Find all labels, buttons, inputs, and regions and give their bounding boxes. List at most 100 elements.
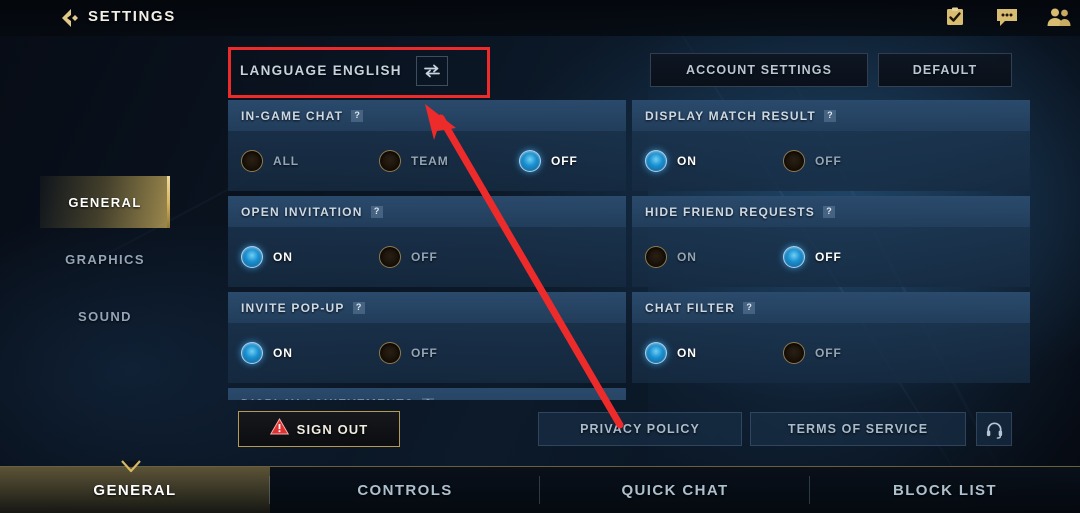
radio-label: OFF [815,250,842,264]
nav-item-quick-chat[interactable]: QUICK CHAT [540,467,810,513]
top-icon-group [942,4,1072,30]
sign-out-button[interactable]: SIGN OUT [238,411,400,447]
radio-indicator [783,342,805,364]
privacy-policy-button[interactable]: PRIVACY POLICY [538,412,742,446]
warning-triangle-icon [269,418,289,440]
help-icon[interactable]: ? [743,301,756,314]
radio-option-team[interactable]: TEAM [379,150,519,172]
setting-title: DISPLAY MATCH RESULT [645,108,816,123]
radio-label: ON [273,346,293,360]
radio-indicator-selected [241,246,263,268]
setting-title: OPEN INVITATION [241,204,363,219]
setting-card-body: ON OFF [632,131,1030,191]
radio-indicator [379,150,401,172]
sidebar-item-general[interactable]: GENERAL [40,176,170,228]
setting-title: DISPLAY ACHIEVEMENTS [241,397,414,401]
radio-option-on[interactable]: ON [241,342,379,364]
radio-option-off[interactable]: OFF [783,150,842,172]
radio-option-off[interactable]: OFF [783,342,842,364]
setting-card-in-game-chat: IN-GAME CHAT ? ALL TEAM OFF [228,100,626,191]
setting-card-header: OPEN INVITATION ? [228,196,626,227]
nav-item-general[interactable]: GENERAL [0,467,270,513]
sidebar-item-sound[interactable]: SOUND [40,290,170,342]
radio-indicator-selected [645,342,667,364]
chat-bubble-icon[interactable] [994,4,1020,30]
radio-label: ON [677,154,697,168]
radio-option-on[interactable]: ON [645,342,783,364]
radio-indicator-selected [645,150,667,172]
help-icon[interactable]: ? [370,205,383,218]
sidebar: GENERAL GRAPHICS SOUND [40,176,170,347]
setting-card-hide-friend-requests: HIDE FRIEND REQUESTS ? ON OFF [632,196,1030,287]
back-button[interactable] [56,6,82,30]
radio-option-off[interactable]: OFF [783,246,842,268]
setting-card-body: ON OFF [632,227,1030,287]
help-icon[interactable]: ? [352,301,365,314]
radio-label: OFF [815,154,842,168]
radio-option-on[interactable]: ON [645,246,783,268]
nav-item-label: GENERAL [93,481,177,499]
setting-card-display-match-result: DISPLAY MATCH RESULT ? ON OFF [632,100,1030,191]
radio-option-off[interactable]: OFF [379,246,438,268]
nav-item-label: BLOCK LIST [893,481,997,499]
friends-people-icon[interactable] [1046,4,1072,30]
account-settings-button[interactable]: ACCOUNT SETTINGS [650,53,868,87]
headset-support-icon[interactable] [976,412,1012,446]
setting-title: IN-GAME CHAT [241,108,344,123]
radio-label: ALL [273,154,300,168]
radio-indicator [645,246,667,268]
bottom-nav: GENERAL CONTROLS QUICK CHAT BLOCK LIST [0,460,1080,513]
tasks-checklist-icon[interactable] [942,4,968,30]
radio-option-off[interactable]: OFF [379,342,438,364]
sidebar-item-label: GENERAL [68,194,142,210]
radio-indicator-selected [783,246,805,268]
setting-card-header: IN-GAME CHAT ? [228,100,626,131]
setting-card-body: ON OFF [228,227,626,287]
language-selector[interactable]: LANGUAGE ENGLISH [232,51,480,89]
setting-card-body: ALL TEAM OFF [228,131,626,191]
nav-item-label: CONTROLS [357,481,453,499]
help-icon[interactable]: ? [351,109,364,122]
radio-option-all[interactable]: ALL [241,150,379,172]
setting-card-open-invitation: OPEN INVITATION ? ON OFF [228,196,626,287]
radio-indicator [379,246,401,268]
terms-of-service-button[interactable]: TERMS OF SERVICE [750,412,966,446]
radio-option-on[interactable]: ON [645,150,783,172]
settings-panels: IN-GAME CHAT ? ALL TEAM OFF OPEN INVITAT… [228,100,1034,400]
radio-label: ON [677,250,697,264]
radio-label: ON [677,346,697,360]
setting-title: HIDE FRIEND REQUESTS [645,204,816,219]
sidebar-item-label: SOUND [78,308,132,324]
swap-arrows-icon[interactable] [416,56,448,86]
setting-title: CHAT FILTER [645,300,736,315]
setting-card-display-achievements: DISPLAY ACHIEVEMENTS ? [228,388,626,400]
radio-indicator-selected [519,150,541,172]
page-title: SETTINGS [88,8,176,25]
radio-indicator [783,150,805,172]
help-icon[interactable]: ? [823,205,836,218]
help-icon[interactable]: ? [421,397,434,400]
sidebar-item-graphics[interactable]: GRAPHICS [40,233,170,285]
radio-label: OFF [411,346,438,360]
sign-out-label: SIGN OUT [296,421,369,437]
radio-indicator [241,150,263,172]
radio-option-off[interactable]: OFF [519,150,578,172]
setting-card-body: ON OFF [632,323,1030,383]
nav-item-controls[interactable]: CONTROLS [270,467,540,513]
radio-label: TEAM [411,154,449,168]
settings-column-right: DISPLAY MATCH RESULT ? ON OFF HIDE FRIEN… [632,100,1030,388]
default-button[interactable]: DEFAULT [878,53,1012,87]
nav-item-label: QUICK CHAT [621,481,729,499]
top-bar: SETTINGS [0,0,1080,36]
setting-card-invite-pop-up: INVITE POP-UP ? ON OFF [228,292,626,383]
nav-item-block-list[interactable]: BLOCK LIST [810,467,1080,513]
radio-label: OFF [815,346,842,360]
help-icon[interactable]: ? [823,109,836,122]
setting-card-chat-filter: CHAT FILTER ? ON OFF [632,292,1030,383]
radio-option-on[interactable]: ON [241,246,379,268]
setting-card-header: HIDE FRIEND REQUESTS ? [632,196,1030,227]
radio-label: OFF [411,250,438,264]
setting-card-header: INVITE POP-UP ? [228,292,626,323]
setting-card-body: ON OFF [228,323,626,383]
settings-column-left: IN-GAME CHAT ? ALL TEAM OFF OPEN INVITAT… [228,100,626,400]
